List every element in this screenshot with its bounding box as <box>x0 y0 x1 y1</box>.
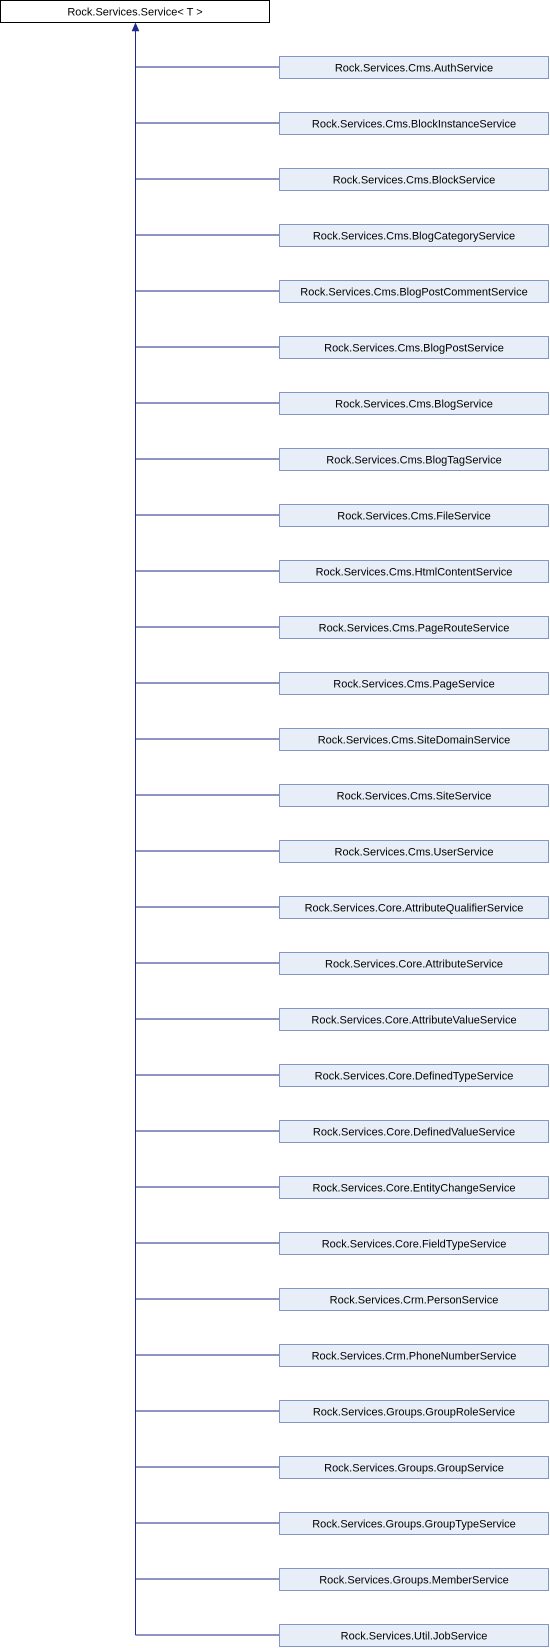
derived-class-node[interactable]: Rock.Services.Core.AttributeService <box>279 952 549 975</box>
derived-class-label: Rock.Services.Groups.GroupTypeService <box>312 1519 516 1531</box>
derived-class-node[interactable]: Rock.Services.Cms.BlogPostCommentService <box>279 280 549 303</box>
derived-class-node[interactable]: Rock.Services.Util.JobService <box>279 1624 549 1647</box>
derived-class-node[interactable]: Rock.Services.Cms.BlogPostService <box>279 336 549 359</box>
derived-class-label: Rock.Services.Cms.SiteService <box>337 791 492 803</box>
derived-class-label: Rock.Services.Core.AttributeValueService <box>311 1015 516 1027</box>
derived-class-nodes: Rock.Services.Cms.AuthService Rock.Servic… <box>279 56 549 1647</box>
derived-class-label: Rock.Services.Groups.GroupRoleService <box>313 1407 515 1419</box>
derived-class-label: Rock.Services.Cms.BlockInstanceService <box>312 119 516 131</box>
derived-class-label: Rock.Services.Cms.BlogCategoryService <box>313 231 515 243</box>
derived-class-node[interactable]: Rock.Services.Groups.MemberService <box>279 1568 549 1591</box>
derived-class-node[interactable]: Rock.Services.Cms.SiteService <box>279 784 549 807</box>
derived-class-node[interactable]: Rock.Services.Core.AttributeQualifierSer… <box>279 896 549 919</box>
derived-class-node[interactable]: Rock.Services.Cms.PageService <box>279 672 549 695</box>
derived-class-node[interactable]: Rock.Services.Cms.BlockInstanceService <box>279 112 549 135</box>
connectors <box>131 22 280 1636</box>
base-class-label: Rock.Services.Service< T > <box>67 7 202 19</box>
derived-class-node[interactable]: Rock.Services.Groups.GroupService <box>279 1456 549 1479</box>
derived-class-node[interactable]: Rock.Services.Core.FieldTypeService <box>279 1232 549 1255</box>
derived-class-label: Rock.Services.Core.EntityChangeService <box>313 1183 516 1195</box>
inheritance-arrowhead <box>131 22 140 32</box>
derived-class-node[interactable]: Rock.Services.Crm.PhoneNumberService <box>279 1344 549 1367</box>
derived-class-label: Rock.Services.Util.JobService <box>341 1631 488 1643</box>
derived-class-node[interactable]: Rock.Services.Cms.PageRouteService <box>279 616 549 639</box>
derived-class-node[interactable]: Rock.Services.Cms.BlogService <box>279 392 549 415</box>
derived-class-node[interactable]: Rock.Services.Cms.FileService <box>279 504 549 527</box>
derived-class-label: Rock.Services.Core.FieldTypeService <box>322 1239 507 1251</box>
derived-class-label: Rock.Services.Cms.BlogPostService <box>324 343 504 355</box>
derived-class-label: Rock.Services.Cms.FileService <box>337 511 490 523</box>
derived-class-label: Rock.Services.Core.AttributeService <box>325 959 503 971</box>
derived-class-label: Rock.Services.Cms.BlogService <box>335 399 493 411</box>
base-class-node[interactable]: Rock.Services.Service< T > <box>0 0 270 23</box>
derived-class-node[interactable]: Rock.Services.Groups.GroupTypeService <box>279 1512 549 1535</box>
derived-class-label: Rock.Services.Core.DefinedTypeService <box>315 1071 514 1083</box>
derived-class-label: Rock.Services.Cms.UserService <box>335 847 494 859</box>
derived-class-node[interactable]: Rock.Services.Core.DefinedTypeService <box>279 1064 549 1087</box>
derived-class-node[interactable]: Rock.Services.Cms.BlockService <box>279 168 549 191</box>
derived-class-node[interactable]: Rock.Services.Cms.HtmlContentService <box>279 560 549 583</box>
derived-class-label: Rock.Services.Crm.PersonService <box>330 1295 499 1307</box>
derived-class-label: Rock.Services.Cms.AuthService <box>335 63 493 75</box>
derived-class-label: Rock.Services.Groups.MemberService <box>319 1575 509 1587</box>
derived-class-node[interactable]: Rock.Services.Cms.BlogTagService <box>279 448 549 471</box>
derived-class-label: Rock.Services.Cms.BlockService <box>333 175 496 187</box>
derived-class-label: Rock.Services.Cms.HtmlContentService <box>316 567 513 579</box>
derived-class-node[interactable]: Rock.Services.Core.AttributeValueService <box>279 1008 549 1031</box>
derived-class-label: Rock.Services.Crm.PhoneNumberService <box>312 1351 517 1363</box>
derived-class-node[interactable]: Rock.Services.Cms.BlogCategoryService <box>279 224 549 247</box>
derived-class-node[interactable]: Rock.Services.Cms.SiteDomainService <box>279 728 549 751</box>
derived-class-node[interactable]: Rock.Services.Core.EntityChangeService <box>279 1176 549 1199</box>
derived-class-label: Rock.Services.Groups.GroupService <box>324 1463 504 1475</box>
derived-class-node[interactable]: Rock.Services.Groups.GroupRoleService <box>279 1400 549 1423</box>
derived-class-label: Rock.Services.Cms.PageService <box>333 679 494 691</box>
derived-class-label: Rock.Services.Core.DefinedValueService <box>313 1127 515 1139</box>
derived-class-node[interactable]: Rock.Services.Core.DefinedValueService <box>279 1120 549 1143</box>
derived-class-node[interactable]: Rock.Services.Cms.AuthService <box>279 56 549 79</box>
derived-class-node[interactable]: Rock.Services.Crm.PersonService <box>279 1288 549 1311</box>
derived-class-label: Rock.Services.Cms.SiteDomainService <box>318 735 511 747</box>
inheritance-diagram: Rock.Services.Service< T > Rock.Services… <box>0 0 549 1647</box>
derived-class-label: Rock.Services.Cms.PageRouteService <box>319 623 510 635</box>
derived-class-node[interactable]: Rock.Services.Cms.UserService <box>279 840 549 863</box>
derived-class-label: Rock.Services.Cms.BlogPostCommentService <box>300 287 527 299</box>
derived-class-label: Rock.Services.Core.AttributeQualifierSer… <box>305 903 524 915</box>
derived-class-label: Rock.Services.Cms.BlogTagService <box>326 455 501 467</box>
